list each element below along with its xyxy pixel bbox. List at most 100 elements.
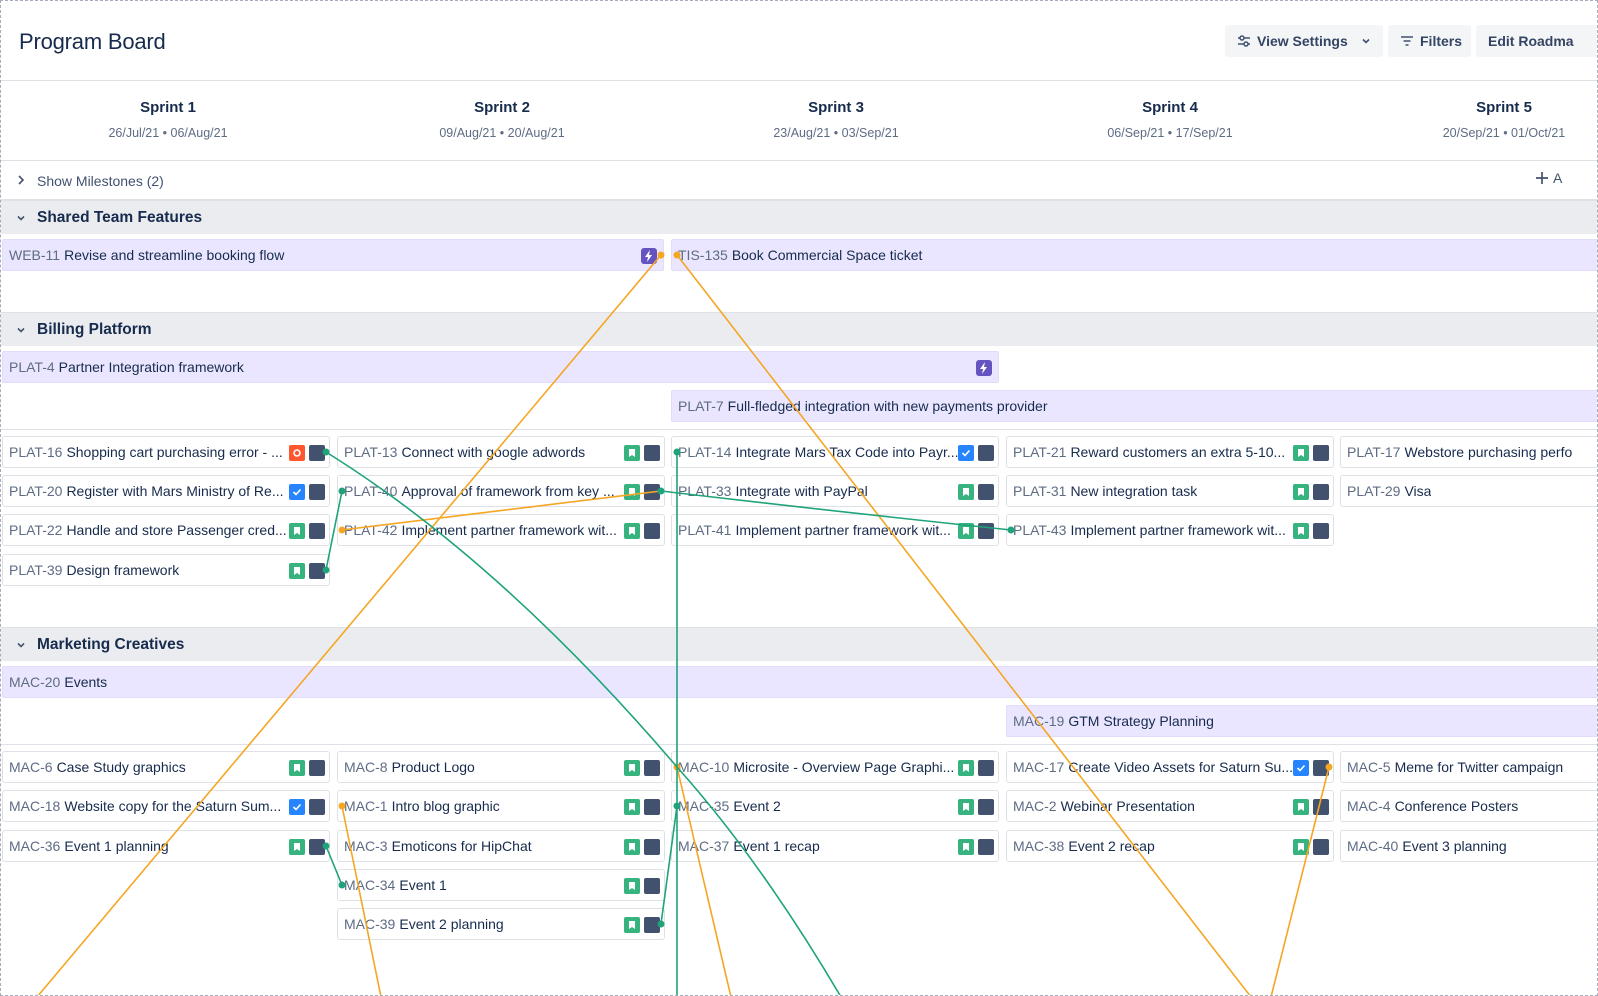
issue-card[interactable]: MAC-17 Create Video Assets for Saturn Su.… xyxy=(1006,751,1334,783)
filters-label: Filters xyxy=(1420,33,1463,49)
page-title: Program Board xyxy=(19,29,166,54)
feature-key: PLAT-4 xyxy=(9,359,55,375)
issue-key: PLAT-41 xyxy=(678,522,732,538)
issue-key: MAC-10 xyxy=(678,759,730,775)
issue-title: Webinar Presentation xyxy=(1060,798,1195,814)
feature-bar[interactable]: MAC-19 GTM Strategy Planning xyxy=(1006,705,1597,737)
feature-key: TIS-135 xyxy=(678,247,728,263)
edit-roadmap-button[interactable]: Edit Roadma xyxy=(1476,25,1597,57)
sprint-dates: 23/Aug/21 • 03/Sep/21 xyxy=(773,126,899,140)
bookmark-icon xyxy=(289,563,305,579)
feature-title: Full-fledged integration with new paymen… xyxy=(727,398,1048,414)
team-header-shared-team-features[interactable]: Shared Team Features xyxy=(1,200,1597,234)
sprint-name: Sprint 5 xyxy=(1476,99,1532,116)
issue-title: Webstore purchasing perfo xyxy=(1404,444,1573,460)
issue-card[interactable]: PLAT-41 Implement partner framework wit..… xyxy=(671,514,999,546)
issue-card[interactable]: MAC-40 Event 3 planning xyxy=(1340,830,1597,862)
issue-card[interactable]: PLAT-33 Integrate with PayPal xyxy=(671,475,999,507)
chevron-down-icon[interactable] xyxy=(15,639,27,651)
milestones-row[interactable]: Show Milestones (2) A xyxy=(1,161,1597,200)
issue-card[interactable]: PLAT-42 Implement partner framework wit..… xyxy=(337,514,665,546)
issue-card[interactable]: MAC-38 Event 2 recap xyxy=(1006,830,1334,862)
issue-key: PLAT-29 xyxy=(1347,483,1401,499)
issue-key: MAC-4 xyxy=(1347,798,1391,814)
feature-bar[interactable]: WEB-11 Revise and streamline booking flo… xyxy=(2,239,664,271)
avatar-icon xyxy=(978,799,994,815)
chevron-down-icon[interactable] xyxy=(15,212,27,224)
team-header-billing-platform[interactable]: Billing Platform xyxy=(1,312,1597,346)
issue-card[interactable]: MAC-3 Emoticons for HipChat xyxy=(337,830,665,862)
feature-bar[interactable]: PLAT-4 Partner Integration framework xyxy=(2,351,999,383)
program-board: Program Board View Settings Filters Edit… xyxy=(0,0,1598,996)
team-name: Shared Team Features xyxy=(37,209,203,226)
issue-card[interactable]: MAC-5 Meme for Twitter campaign xyxy=(1340,751,1597,783)
chevron-right-icon[interactable] xyxy=(15,173,27,187)
chevron-down-icon[interactable] xyxy=(15,324,27,336)
avatar-icon xyxy=(978,839,994,855)
issue-title: Case Study graphics xyxy=(56,759,186,775)
bookmark-icon xyxy=(958,799,974,815)
bookmark-icon xyxy=(1293,839,1309,855)
filters-button[interactable]: Filters xyxy=(1388,25,1471,57)
issue-card[interactable]: PLAT-22 Handle and store Passenger cred..… xyxy=(2,514,330,546)
issue-card[interactable]: PLAT-31 New integration task xyxy=(1006,475,1334,507)
bookmark-icon xyxy=(1293,445,1309,461)
add-milestone-button[interactable]: A xyxy=(1535,170,1562,186)
issue-card[interactable]: MAC-2 Webinar Presentation xyxy=(1006,790,1334,822)
issue-card[interactable]: MAC-8 Product Logo xyxy=(337,751,665,783)
issue-title: Handle and store Passenger cred... xyxy=(66,522,287,538)
issue-card[interactable]: MAC-39 Event 2 planning xyxy=(337,908,665,940)
issue-title: Create Video Assets for Saturn Su... xyxy=(1068,759,1294,775)
issue-card[interactable]: PLAT-43 Implement partner framework wit..… xyxy=(1006,514,1334,546)
issue-key: PLAT-40 xyxy=(344,483,398,499)
issue-card[interactable]: MAC-1 Intro blog graphic xyxy=(337,790,665,822)
issue-card[interactable]: MAC-35 Event 2 xyxy=(671,790,999,822)
issue-card[interactable]: PLAT-20 Register with Mars Ministry of Re… xyxy=(2,475,330,507)
issue-card[interactable]: PLAT-14 Integrate Mars Tax Code into Payr… xyxy=(671,436,999,468)
view-settings-button[interactable]: View Settings xyxy=(1225,25,1383,57)
issue-card[interactable]: PLAT-17 Webstore purchasing perfo xyxy=(1340,436,1597,468)
issue-card[interactable]: MAC-18 Website copy for the Saturn Sum... xyxy=(2,790,330,822)
issue-card[interactable]: PLAT-29 Visa xyxy=(1340,475,1597,507)
feature-key: WEB-11 xyxy=(9,247,61,263)
issue-card[interactable]: MAC-6 Case Study graphics xyxy=(2,751,330,783)
issue-card[interactable]: MAC-36 Event 1 planning xyxy=(2,830,330,862)
issue-key: MAC-3 xyxy=(344,838,388,854)
filter-icon xyxy=(1401,36,1413,46)
avatar-icon xyxy=(1313,484,1329,500)
bookmark-icon xyxy=(289,760,305,776)
issue-card[interactable]: PLAT-16 Shopping cart purchasing error - … xyxy=(2,436,330,468)
sprint-column-2: Sprint 2 09/Aug/21 • 20/Aug/21 xyxy=(335,99,669,140)
feature-title: Revise and streamline booking flow xyxy=(64,247,285,263)
issue-card[interactable]: PLAT-39 Design framework xyxy=(2,554,330,586)
issue-card[interactable]: MAC-4 Conference Posters xyxy=(1340,790,1597,822)
feature-bar[interactable]: TIS-135 Book Commercial Space ticket xyxy=(671,239,1597,271)
issue-card[interactable]: PLAT-21 Reward customers an extra 5-10... xyxy=(1006,436,1334,468)
issue-card[interactable]: MAC-34 Event 1 xyxy=(337,869,665,901)
feature-key: PLAT-7 xyxy=(678,398,724,414)
bookmark-icon xyxy=(624,445,640,461)
issue-card[interactable]: PLAT-13 Connect with google adwords xyxy=(337,436,665,468)
issue-title: Register with Mars Ministry of Re... xyxy=(66,483,284,499)
avatar-icon xyxy=(1313,839,1329,855)
avatar-icon xyxy=(309,760,325,776)
team-header-marketing-creatives[interactable]: Marketing Creatives xyxy=(1,627,1597,661)
avatar-icon xyxy=(309,484,325,500)
bookmark-icon xyxy=(624,878,640,894)
feature-bar[interactable]: MAC-20 Events xyxy=(2,666,1597,698)
avatar-icon xyxy=(978,445,994,461)
issue-card[interactable]: MAC-10 Microsite - Overview Page Graphi..… xyxy=(671,751,999,783)
issue-card[interactable]: MAC-37 Event 1 recap xyxy=(671,830,999,862)
avatar-icon xyxy=(978,523,994,539)
issue-card[interactable]: PLAT-40 Approval of framework from key ..… xyxy=(337,475,665,507)
feature-title: Partner Integration framework xyxy=(58,359,244,375)
divider xyxy=(1,744,1597,745)
issue-title: Event 3 planning xyxy=(1402,838,1507,854)
bookmark-icon xyxy=(624,799,640,815)
avatar-icon xyxy=(644,484,660,500)
bookmark-icon xyxy=(1293,523,1309,539)
show-milestones-toggle[interactable]: Show Milestones (2) xyxy=(37,173,164,189)
feature-bar[interactable]: PLAT-7 Full-fledged integration with new… xyxy=(671,390,1597,422)
issue-title: Event 1 xyxy=(399,877,447,893)
issue-title: Intro blog graphic xyxy=(391,798,500,814)
